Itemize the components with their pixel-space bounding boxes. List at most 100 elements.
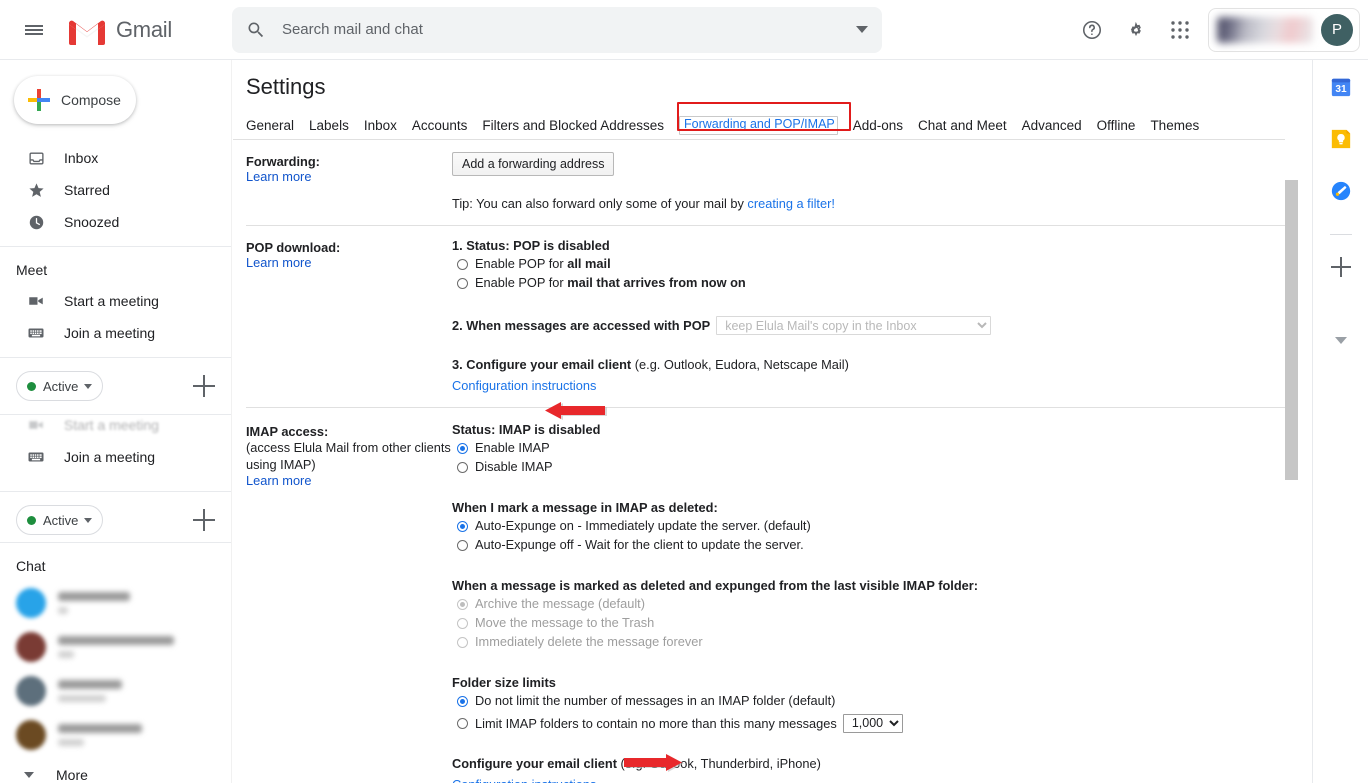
main-menu-icon[interactable] <box>10 6 58 54</box>
top-bar: Gmail Search mail and chat P <box>0 0 1368 60</box>
avatar[interactable]: P <box>1321 13 1353 46</box>
tab-chat-and-meet[interactable]: Chat and Meet <box>918 118 1007 133</box>
pop-configuration-instructions-link[interactable]: Configuration instructions <box>452 378 596 393</box>
collapse-panel-icon[interactable] <box>1334 337 1347 344</box>
status-active-dropdown-2[interactable]: Active <box>16 505 104 535</box>
pop-all-mail-option[interactable]: Enable POP for all mail <box>452 256 1298 275</box>
chat-name-redacted <box>58 724 142 746</box>
pop-from-now-option[interactable]: Enable POP for mail that arrives from no… <box>452 275 1298 294</box>
chat-name-redacted <box>58 680 122 702</box>
apps-grid-icon[interactable] <box>1158 8 1202 52</box>
expunge-archive-option[interactable]: Archive the message (default) <box>452 596 1298 615</box>
radio-auto-expunge-off[interactable] <box>457 540 468 551</box>
sidebar-item-snoozed[interactable]: Snoozed <box>0 206 231 238</box>
calendar-icon[interactable]: 31 <box>1330 76 1352 98</box>
search-input[interactable] <box>279 20 856 39</box>
auto-expunge-on-label: Auto-Expunge on - Immediately update the… <box>475 518 811 533</box>
add-button[interactable] <box>193 375 215 397</box>
add-forwarding-address-button[interactable]: Add a forwarding address <box>452 152 615 176</box>
keyboard-icon <box>26 323 46 343</box>
search-bar[interactable] <box>231 6 882 53</box>
pop-copy-action-select[interactable]: keep Elula Mail's copy in the Inbox <box>716 316 992 335</box>
imap-configure-client: Configure your email client (e.g. Outloo… <box>452 756 1298 783</box>
svg-text:31: 31 <box>1335 84 1347 95</box>
gear-icon[interactable] <box>1114 8 1158 52</box>
radio-auto-expunge-on[interactable] <box>457 521 468 532</box>
pop-copy-action-select-wrap[interactable]: keep Elula Mail's copy in the Inbox <box>716 316 992 335</box>
radio-disable-imap[interactable] <box>457 462 468 473</box>
tab-offline[interactable]: Offline <box>1097 118 1136 133</box>
status-dot-icon <box>27 515 36 525</box>
tab-general[interactable]: General <box>246 118 294 133</box>
compose-button[interactable]: Compose <box>14 76 136 124</box>
clock-icon <box>26 212 46 232</box>
sidebar-item-ghost-start-a-meeting[interactable]: Start a meeting <box>0 409 231 441</box>
imap-deleted-heading: When I mark a message in IMAP as deleted… <box>452 500 718 515</box>
scrollbar-thumb[interactable] <box>1285 180 1298 480</box>
add-button-2[interactable] <box>193 509 215 531</box>
list-item[interactable] <box>0 625 231 669</box>
auto-expunge-off-option[interactable]: Auto-Expunge off - Wait for the client t… <box>452 537 1298 556</box>
sidebar-item-join-a-meeting[interactable]: Join a meeting <box>0 317 231 349</box>
imap-folder-limit-select[interactable]: 1,000 <box>842 713 903 733</box>
creating-a-filter-link[interactable]: creating a filter! <box>747 196 835 211</box>
pop-download-section: POP download: Learn more 1. Status: POP … <box>246 226 1298 408</box>
forwarding-learn-more-link[interactable]: Learn more <box>246 169 311 184</box>
tasks-icon[interactable] <box>1330 180 1352 202</box>
imap-enable-option[interactable]: Enable IMAP <box>452 440 1298 459</box>
imap-expunged-heading: When a message is marked as deleted and … <box>452 578 979 593</box>
add-addon-icon[interactable] <box>1330 257 1351 277</box>
tab-themes[interactable]: Themes <box>1150 118 1199 133</box>
expunge-delete-option[interactable]: Immediately delete the message forever <box>452 634 1298 653</box>
forwarding-left-label: Forwarding: Learn more <box>246 152 452 211</box>
list-item[interactable] <box>0 713 231 757</box>
gmail-m-icon <box>66 14 108 46</box>
content-scrollbar[interactable] <box>1285 60 1298 783</box>
expunge-trash-option[interactable]: Move the message to the Trash <box>452 615 1298 634</box>
tab-add-ons[interactable]: Add-ons <box>853 118 903 133</box>
pop-learn-more-link[interactable]: Learn more <box>246 255 311 270</box>
radio-enable-imap[interactable] <box>457 443 468 454</box>
no-limit-label: Do not limit the number of messages in a… <box>475 693 836 708</box>
status-row: Active <box>0 366 231 406</box>
radio-pop-all-mail[interactable] <box>457 259 468 270</box>
sidebar-more-button[interactable]: More <box>0 757 231 783</box>
page-title: Settings <box>246 74 326 99</box>
limit-option[interactable]: Limit IMAP folders to contain no more th… <box>452 712 1298 734</box>
pop-step2: 2. When messages are accessed with POP k… <box>452 316 1298 335</box>
forwarding-label: Forwarding: <box>246 154 320 169</box>
account-chip[interactable]: P <box>1208 7 1360 52</box>
no-limit-option[interactable]: Do not limit the number of messages in a… <box>452 693 1298 712</box>
tab-accounts[interactable]: Accounts <box>412 118 468 133</box>
radio-limit-folders[interactable] <box>457 717 468 729</box>
imap-disable-option[interactable]: Disable IMAP <box>452 459 1298 478</box>
status-label: Active <box>43 378 79 394</box>
tab-labels[interactable]: Labels <box>309 118 349 133</box>
imap-configuration-instructions-link[interactable]: Configuration instructions <box>452 777 596 783</box>
radio-expunge-trash[interactable] <box>457 618 468 629</box>
tab-inbox[interactable]: Inbox <box>364 118 397 133</box>
gmail-logo[interactable]: Gmail <box>66 14 172 46</box>
status-active-dropdown[interactable]: Active <box>16 371 104 401</box>
list-item[interactable] <box>0 581 231 625</box>
radio-expunge-delete[interactable] <box>457 637 468 648</box>
help-icon[interactable] <box>1070 8 1114 52</box>
imap-learn-more-link[interactable]: Learn more <box>246 473 311 488</box>
search-options-chevron-down-icon[interactable] <box>855 26 868 33</box>
sidebar-item-join-a-meeting-2[interactable]: Join a meeting <box>0 441 231 473</box>
radio-expunge-archive[interactable] <box>457 599 468 610</box>
tab-filters-and-blocked-addresses[interactable]: Filters and Blocked Addresses <box>482 118 664 133</box>
tab-forwarding-and-pop-imap[interactable]: Forwarding and POP/IMAP <box>678 116 838 135</box>
sidebar-item-inbox[interactable]: Inbox <box>0 142 231 174</box>
sidebar-item-label: Join a meeting <box>64 449 156 465</box>
sidebar-item-start-a-meeting[interactable]: Start a meeting <box>0 285 231 317</box>
right-side-panel: 31 <box>1312 60 1368 783</box>
auto-expunge-on-option[interactable]: Auto-Expunge on - Immediately update the… <box>452 518 1298 537</box>
list-item[interactable] <box>0 669 231 713</box>
avatar <box>16 676 46 706</box>
radio-no-limit[interactable] <box>457 696 468 707</box>
tab-advanced[interactable]: Advanced <box>1022 118 1082 133</box>
radio-pop-from-now[interactable] <box>457 278 468 289</box>
sidebar-item-starred[interactable]: Starred <box>0 174 231 206</box>
keep-icon[interactable] <box>1330 128 1352 150</box>
